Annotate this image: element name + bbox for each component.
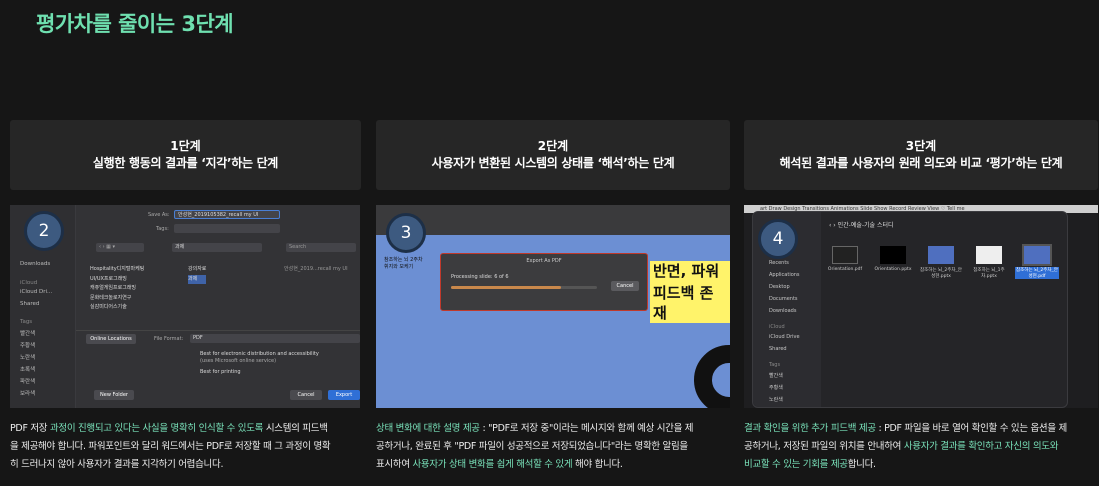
file-item[interactable]: 참조하는 뇌_1주차.pptx (967, 246, 1011, 279)
option-best-printing[interactable]: Best for printing (200, 369, 319, 376)
file-item[interactable]: Orientation.pdf (823, 246, 867, 272)
step-badge: 2 (24, 211, 64, 251)
folder-item[interactable]: 문화테크놀로지연구 (90, 294, 144, 304)
file-thumbnail (880, 246, 906, 264)
slide-text: 참조하는 뇌 2주차 휘지와 모케기 (384, 257, 423, 270)
option-sub-label: (uses Microsoft online service) (200, 358, 277, 364)
file-preview: 안성현_2019...recall my UI (284, 266, 348, 272)
folder-select[interactable]: 과제 (172, 243, 262, 252)
option-best-electronic[interactable]: Best for electronic distribution and acc… (200, 351, 319, 358)
page-title: 평가차를 줄이는 3단계 (36, 12, 234, 36)
sidebar-item: Shared (20, 301, 40, 307)
file-thumbnail (1022, 244, 1052, 266)
file-thumbnail (928, 246, 954, 264)
finder-window: Recents Applications Desktop Documents D… (752, 211, 1068, 408)
sidebar-item[interactable]: iCloud Drive (769, 334, 800, 340)
folder-item[interactable]: 강의자료 (188, 265, 206, 275)
dialog-title: Export As PDF (526, 258, 562, 264)
sidebar-item: 노란색 (20, 355, 36, 361)
file-thumbnail (976, 246, 1002, 264)
file-item-selected[interactable]: 참조하는 뇌_2주차_안성현.pdf (1015, 244, 1059, 279)
save-as-label: Save As: (148, 212, 170, 218)
save-as-input[interactable]: 안성현_2019105382_recall my UI (174, 210, 280, 219)
step-3-title: 3단계 (905, 139, 937, 153)
sidebar-item: 파란색 (20, 379, 36, 385)
sidebar-item[interactable]: Downloads (769, 308, 796, 314)
ppt-toolbar (376, 205, 730, 235)
step-1-description: 실행한 행동의 결과를 ‘지각’하는 단계 (92, 156, 279, 170)
save-dialog-main: Save As: 안성현_2019105382_recall my UI Tag… (76, 205, 360, 408)
step-2-column: 2단계 사용자가 변환된 시스템의 상태를 ‘해석’하는 단계 참조하는 뇌 2… (376, 120, 730, 470)
step-3-column: 3단계 해석된 결과를 사용자의 원래 의도와 비교 ‘평가’하는 단계 art… (744, 120, 1098, 470)
export-button[interactable]: Export (328, 390, 360, 400)
sidebar-item[interactable]: 빨간색 (769, 372, 783, 379)
progress-bar (451, 286, 597, 289)
step-3-screenshot: art Draw Design Transitions Animations S… (744, 205, 1098, 408)
folder-list-2: 강의자료 과제 (188, 265, 207, 284)
sidebar-item: 초록색 (20, 367, 36, 373)
sidebar-item[interactable]: Desktop (769, 284, 790, 290)
file-format-select[interactable]: PDF (190, 334, 360, 343)
file-thumbnail (832, 246, 858, 264)
file-item[interactable]: 참조하는 뇌_2주차_안성현.pptx (919, 246, 963, 279)
step-2-description: 사용자가 변환된 시스템의 상태를 ‘해석’하는 단계 (431, 156, 675, 170)
view-controls[interactable]: ‹ › ▦ ▾ (96, 243, 144, 252)
sidebar-item: 주황색 (20, 343, 36, 349)
step-1-screenshot: Downloads iCloud iCloud Dri... Shared Ta… (10, 205, 360, 408)
step-badge: 3 (386, 213, 426, 253)
online-locations-button[interactable]: Online Locations (86, 334, 136, 344)
tags-input[interactable] (174, 224, 280, 233)
folder-list-1: Hospitality디지털마케팅 UI/UX프로그래밍 캐쥬얼게임프로그래밍 … (90, 265, 144, 313)
sidebar-item: 빨간색 (20, 331, 36, 337)
folder-item[interactable]: 캐쥬얼게임프로그래밍 (90, 284, 144, 294)
folder-item[interactable]: 실감미디어스기술 (90, 303, 144, 313)
sidebar-section: iCloud (20, 280, 38, 286)
sidebar-item[interactable]: Recents (769, 260, 789, 266)
step-1-title: 1단계 (170, 139, 201, 153)
slide-decoration (694, 345, 730, 408)
sidebar-item: 보라색 (20, 391, 36, 397)
export-options: Best for electronic distribution and acc… (200, 351, 319, 376)
sidebar-item[interactable]: 주황색 (769, 384, 783, 391)
processing-status: Processing slide: 6 of 6 (451, 274, 509, 280)
sidebar-section: iCloud (769, 324, 785, 330)
window-title: ‹ › 인간-예술-기술 스터디 (829, 222, 894, 229)
sidebar-item[interactable]: 노란색 (769, 396, 783, 403)
cancel-button[interactable]: Cancel (290, 390, 322, 400)
step-3-caption: 결과 확인을 위한 추가 피드백 제공 : PDF 파일을 바로 열어 확인할 … (744, 423, 1067, 470)
new-folder-button[interactable]: New Folder (94, 390, 134, 400)
step-2-screenshot: 참조하는 뇌 2주차 휘지와 모케기 반면, 파워포 피드백 존재 Export… (376, 205, 730, 408)
folder-item[interactable]: UI/UX프로그래밍 (90, 275, 144, 285)
step-2-title: 2단계 (537, 139, 569, 153)
step-3-header: 3단계 해석된 결과를 사용자의 원래 의도와 비교 ‘평가’하는 단계 (744, 120, 1098, 190)
tags-label: Tags: (156, 226, 169, 232)
sidebar-item[interactable]: Applications (769, 272, 800, 278)
export-pdf-dialog: Export As PDF Processing slide: 6 of 6 C… (440, 253, 648, 311)
sidebar-section: Tags (20, 319, 33, 325)
step-2-header: 2단계 사용자가 변환된 시스템의 상태를 ‘해석’하는 단계 (376, 120, 730, 190)
folder-item-selected[interactable]: 과제 (188, 274, 207, 284)
step-3-description: 해석된 결과를 사용자의 원래 의도와 비교 ‘평가’하는 단계 (779, 156, 1063, 170)
sidebar-section: Tags (769, 362, 781, 368)
step-1-header: 1단계 실행한 행동의 결과를 ‘지각’하는 단계 (10, 120, 361, 190)
search-input[interactable]: Search (286, 243, 356, 252)
sidebar-item[interactable]: Shared (769, 346, 787, 352)
cancel-button[interactable]: Cancel (611, 281, 639, 291)
step-1-column: 1단계 실행한 행동의 결과를 ‘지각’하는 단계 Downloads iClo… (10, 120, 361, 470)
progress-fill (451, 286, 561, 289)
folder-item[interactable]: Hospitality디지털마케팅 (90, 265, 144, 275)
sidebar-item: iCloud Dri... (20, 289, 53, 295)
sidebar-item: Downloads (20, 261, 51, 267)
step-1-caption: PDF 저장 과정이 진행되고 있다는 사실을 명확히 인식할 수 있도록 시스… (10, 423, 331, 470)
slide-highlight-text: 피드백 존재 (650, 283, 730, 323)
step-2-caption: 상태 변화에 대한 설명 제공 : "PDF로 저장 중"이라는 메시지와 함께… (376, 423, 694, 470)
file-format-label: File Format: (154, 336, 184, 342)
sidebar-item[interactable]: Documents (769, 296, 798, 302)
divider (76, 330, 360, 331)
step-badge: 4 (758, 219, 798, 259)
file-item[interactable]: Orientation.pptx (871, 246, 915, 272)
